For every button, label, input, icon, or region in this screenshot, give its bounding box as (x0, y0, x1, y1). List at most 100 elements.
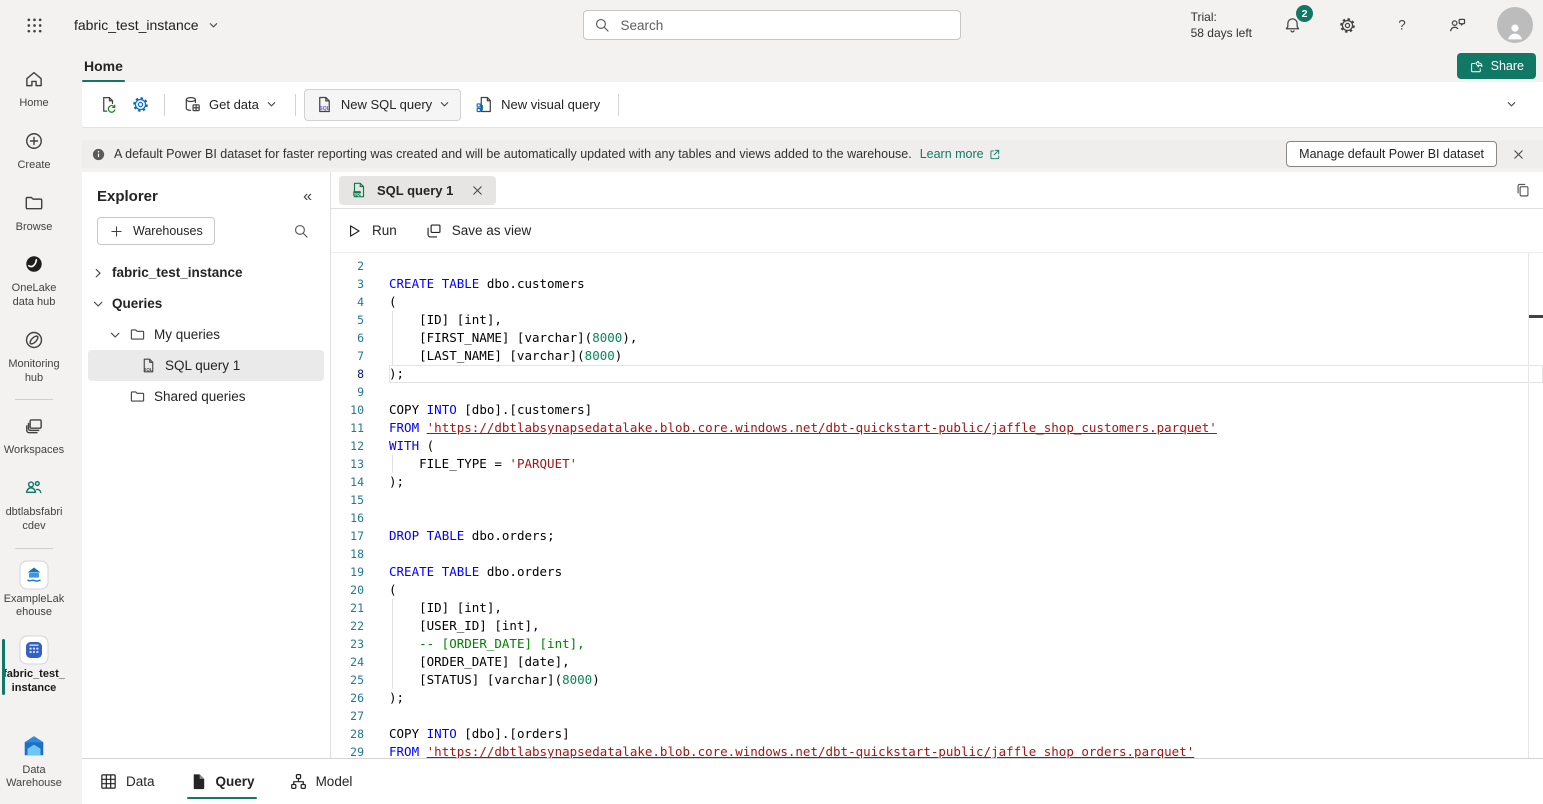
tab-query[interactable]: Query (187, 759, 257, 804)
sidebar-item-fabric-test-instance[interactable]: fabric_test_instance (0, 629, 68, 705)
code-line[interactable]: 17DROP TABLE dbo.orders; (331, 527, 1543, 545)
learn-more-label: Learn more (920, 147, 984, 161)
trial-label: Trial: (1191, 9, 1252, 25)
close-tab-icon[interactable] (470, 183, 485, 198)
feedback-button[interactable] (1442, 10, 1472, 40)
code-line[interactable]: 29FROM 'https://dbtlabsynapsedatalake.bl… (331, 743, 1543, 758)
tab-data[interactable]: Data (97, 759, 157, 804)
sidebar-item-dbtlabsfabricdev[interactable]: dbtlabsfabricdev (0, 467, 68, 543)
line-number: 20 (331, 581, 389, 599)
warehouse-settings-button[interactable] (124, 89, 156, 121)
code-lines: 23CREATE TABLE dbo.customers4(5 [ID] [in… (331, 257, 1543, 758)
tree-item-shared-queries[interactable]: Shared queries (88, 381, 324, 412)
tab-label: Data (126, 774, 155, 789)
code-line[interactable]: 24 [ORDER_DATE] [date], (331, 653, 1543, 671)
sidebar-item-home[interactable]: Home (0, 58, 68, 120)
get-data-button[interactable]: Get data (173, 89, 287, 121)
tree-item-label: Queries (112, 296, 162, 311)
code-line[interactable]: 19CREATE TABLE dbo.orders (331, 563, 1543, 581)
tab-model[interactable]: Model (287, 759, 355, 804)
code-line[interactable]: 15 (331, 491, 1543, 509)
banner-close-button[interactable] (1505, 141, 1531, 167)
code-text: [FIRST_NAME] [varchar](8000), (389, 329, 1543, 347)
code-line[interactable]: 16 (331, 509, 1543, 527)
code-line[interactable]: 5 [ID] [int], (331, 311, 1543, 329)
code-line[interactable]: 7 [LAST_NAME] [varchar](8000) (331, 347, 1543, 365)
new-sql-query-button[interactable]: SQL New SQL query (304, 89, 461, 121)
gap (82, 128, 1543, 140)
line-number: 3 (331, 275, 389, 293)
save-as-view-button[interactable]: Save as view (425, 222, 532, 240)
tab-home[interactable]: Home (82, 50, 125, 82)
code-line[interactable]: 4( (331, 293, 1543, 311)
code-line[interactable]: 6 [FIRST_NAME] [varchar](8000), (331, 329, 1543, 347)
tree-item-sql-query-1[interactable]: SQLSQL query 1 (88, 350, 324, 381)
manage-dataset-button[interactable]: Manage default Power BI dataset (1286, 141, 1497, 167)
settings-button[interactable] (1332, 10, 1362, 40)
code-line[interactable]: 28COPY INTO [dbo].[orders] (331, 725, 1543, 743)
code-token: dbo.orders (479, 564, 562, 579)
code-token: -- [ORDER_DATE] [int], (419, 636, 585, 651)
waffle-icon (26, 17, 43, 34)
code-token: [ID] [int], (389, 312, 502, 327)
toolbar-collapse-chevron-icon[interactable] (1506, 99, 1517, 110)
sidebar-item-data-warehouse[interactable]: Data Warehouse (0, 725, 68, 801)
sidebar-item-browse[interactable]: Browse (0, 182, 68, 244)
explorer-search-icon[interactable] (293, 223, 310, 240)
code-token: TABLE (427, 528, 465, 543)
help-button[interactable]: ? (1387, 10, 1417, 40)
workspace-name: fabric_test_instance (74, 17, 199, 33)
main-area: Home Share Get data SQL New SQL query Ne… (82, 50, 1543, 804)
content: Explorer « Warehouses fabric_test_instan… (82, 172, 1543, 758)
copy-icon[interactable] (1514, 182, 1531, 199)
share-button[interactable]: Share (1457, 53, 1536, 79)
code-line[interactable]: 22 [USER_ID] [int], (331, 617, 1543, 635)
notifications-button[interactable]: 2 (1277, 10, 1307, 40)
tree-item-fabric-test-instance[interactable]: fabric_test_instance (88, 257, 324, 288)
avatar[interactable] (1497, 7, 1533, 43)
code-line[interactable]: 12WITH ( (331, 437, 1543, 455)
tree-item-queries[interactable]: Queries (88, 288, 324, 319)
collapse-panel-button[interactable]: « (303, 189, 312, 205)
code-token: 8000 (592, 330, 622, 345)
line-number: 27 (331, 707, 389, 725)
tree-item-my-queries[interactable]: My queries (88, 319, 324, 350)
sidebar-item-onelake-data-hub[interactable]: OneLake data hub (0, 243, 68, 319)
folder-icon (129, 326, 146, 343)
sidebar-item-create[interactable]: Create (0, 120, 68, 182)
code-line[interactable]: 9 (331, 383, 1543, 401)
add-warehouses-button[interactable]: Warehouses (97, 217, 215, 245)
code-line[interactable]: 25 [STATUS] [varchar](8000) (331, 671, 1543, 689)
code-line[interactable]: 26); (331, 689, 1543, 707)
plus-icon (109, 224, 124, 239)
learn-more-link[interactable]: Learn more (920, 147, 1001, 161)
code-line[interactable]: 13 FILE_TYPE = 'PARQUET' (331, 455, 1543, 473)
search-input[interactable] (619, 17, 950, 34)
workspace-switcher[interactable]: fabric_test_instance (74, 17, 219, 33)
code-text (389, 707, 1543, 725)
code-line[interactable]: 21 [ID] [int], (331, 599, 1543, 617)
code-line[interactable]: 10COPY INTO [dbo].[customers] (331, 401, 1543, 419)
code-line[interactable]: 14); (331, 473, 1543, 491)
refresh-button[interactable] (92, 89, 124, 121)
tree-item-label: Shared queries (154, 389, 246, 404)
sidebar-item-workspaces[interactable]: Workspaces (0, 405, 68, 467)
scrollbar-mark[interactable] (1529, 315, 1543, 318)
code-line[interactable]: 11FROM 'https://dbtlabsynapsedatalake.bl… (331, 419, 1543, 437)
new-visual-query-button[interactable]: New visual query (465, 89, 610, 121)
run-button[interactable]: Run (345, 222, 397, 240)
sidebar-item-examplelakehouse[interactable]: ExampleLakehouse (0, 554, 68, 630)
code-line[interactable]: 18 (331, 545, 1543, 563)
code-line[interactable]: 2 (331, 257, 1543, 275)
code-editor[interactable]: 23CREATE TABLE dbo.customers4(5 [ID] [in… (331, 253, 1543, 758)
sidebar-item-monitoring-hub[interactable]: Monitoring hub (0, 319, 68, 395)
code-line[interactable]: 27 (331, 707, 1543, 725)
code-line[interactable]: 23 -- [ORDER_DATE] [int], (331, 635, 1543, 653)
code-line[interactable]: 3CREATE TABLE dbo.customers (331, 275, 1543, 293)
query-tab-sql-query-1[interactable]: SQL SQL query 1 (339, 176, 496, 205)
code-line[interactable]: 20( (331, 581, 1543, 599)
app-launcher-button[interactable] (16, 7, 52, 43)
code-line[interactable]: 8); (331, 365, 1543, 383)
code-token: DROP (389, 528, 419, 543)
chevron-down-icon (92, 298, 104, 310)
